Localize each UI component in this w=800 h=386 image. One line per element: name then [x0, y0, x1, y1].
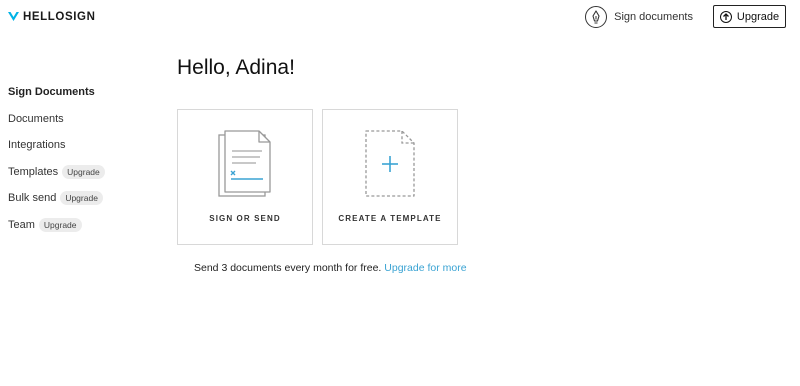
- sign-documents-link[interactable]: Sign documents: [585, 5, 693, 28]
- sign-or-send-card[interactable]: SIGN OR SEND: [177, 109, 313, 245]
- card-illustration: [178, 130, 312, 198]
- card-label: SIGN OR SEND: [209, 214, 281, 223]
- upgrade-badge: Upgrade: [60, 191, 103, 206]
- sidebar-item-label: Integrations: [8, 139, 66, 152]
- upgrade-badge: Upgrade: [38, 217, 82, 232]
- pen-icon: [585, 5, 608, 28]
- card-label: CREATE A TEMPLATE: [338, 214, 442, 223]
- free-plan-notice: Send 3 documents every month for free. U…: [194, 262, 467, 274]
- sidebar-item-label: Bulk send: [8, 192, 57, 205]
- card-illustration: [323, 130, 457, 198]
- upgrade-button[interactable]: Upgrade: [713, 5, 786, 28]
- sidebar-item-label: Sign Documents: [8, 86, 95, 99]
- upgrade-button-label: Upgrade: [736, 10, 780, 23]
- upgrade-for-more-link[interactable]: Upgrade for more: [384, 262, 466, 274]
- sidebar-item-documents[interactable]: Documents: [8, 106, 105, 133]
- sidebar-item-team[interactable]: Team Upgrade: [8, 212, 105, 239]
- sidebar-nav: Sign Documents Documents Integrations Te…: [8, 79, 105, 238]
- page-title: Hello, Adina!: [177, 56, 295, 79]
- sign-documents-label: Sign documents: [614, 10, 693, 23]
- logo-wordmark: HELLOSIGN: [23, 10, 96, 23]
- upgrade-badge: Upgrade: [62, 164, 105, 179]
- sidebar-item-label: Team: [8, 218, 35, 231]
- hellosign-logo-icon: [8, 12, 19, 21]
- sidebar-item-bulk-send[interactable]: Bulk send Upgrade: [8, 185, 105, 212]
- template-plus-icon: [365, 130, 415, 197]
- document-sign-icon: [218, 130, 271, 197]
- header-actions: Sign documents Upgrade: [585, 5, 786, 28]
- sidebar-item-sign-documents[interactable]: Sign Documents: [8, 79, 105, 106]
- sidebar-item-templates[interactable]: Templates Upgrade: [8, 159, 105, 186]
- hellosign-logo[interactable]: HELLOSIGN: [7, 10, 96, 23]
- sidebar-item-label: Documents: [8, 112, 64, 125]
- sidebar-item-integrations[interactable]: Integrations: [8, 132, 105, 159]
- arrow-up-icon: [719, 10, 732, 23]
- sidebar-item-label: Templates: [8, 165, 59, 178]
- create-template-card[interactable]: CREATE A TEMPLATE: [322, 109, 458, 245]
- free-plan-text: Send 3 documents every month for free.: [194, 262, 382, 274]
